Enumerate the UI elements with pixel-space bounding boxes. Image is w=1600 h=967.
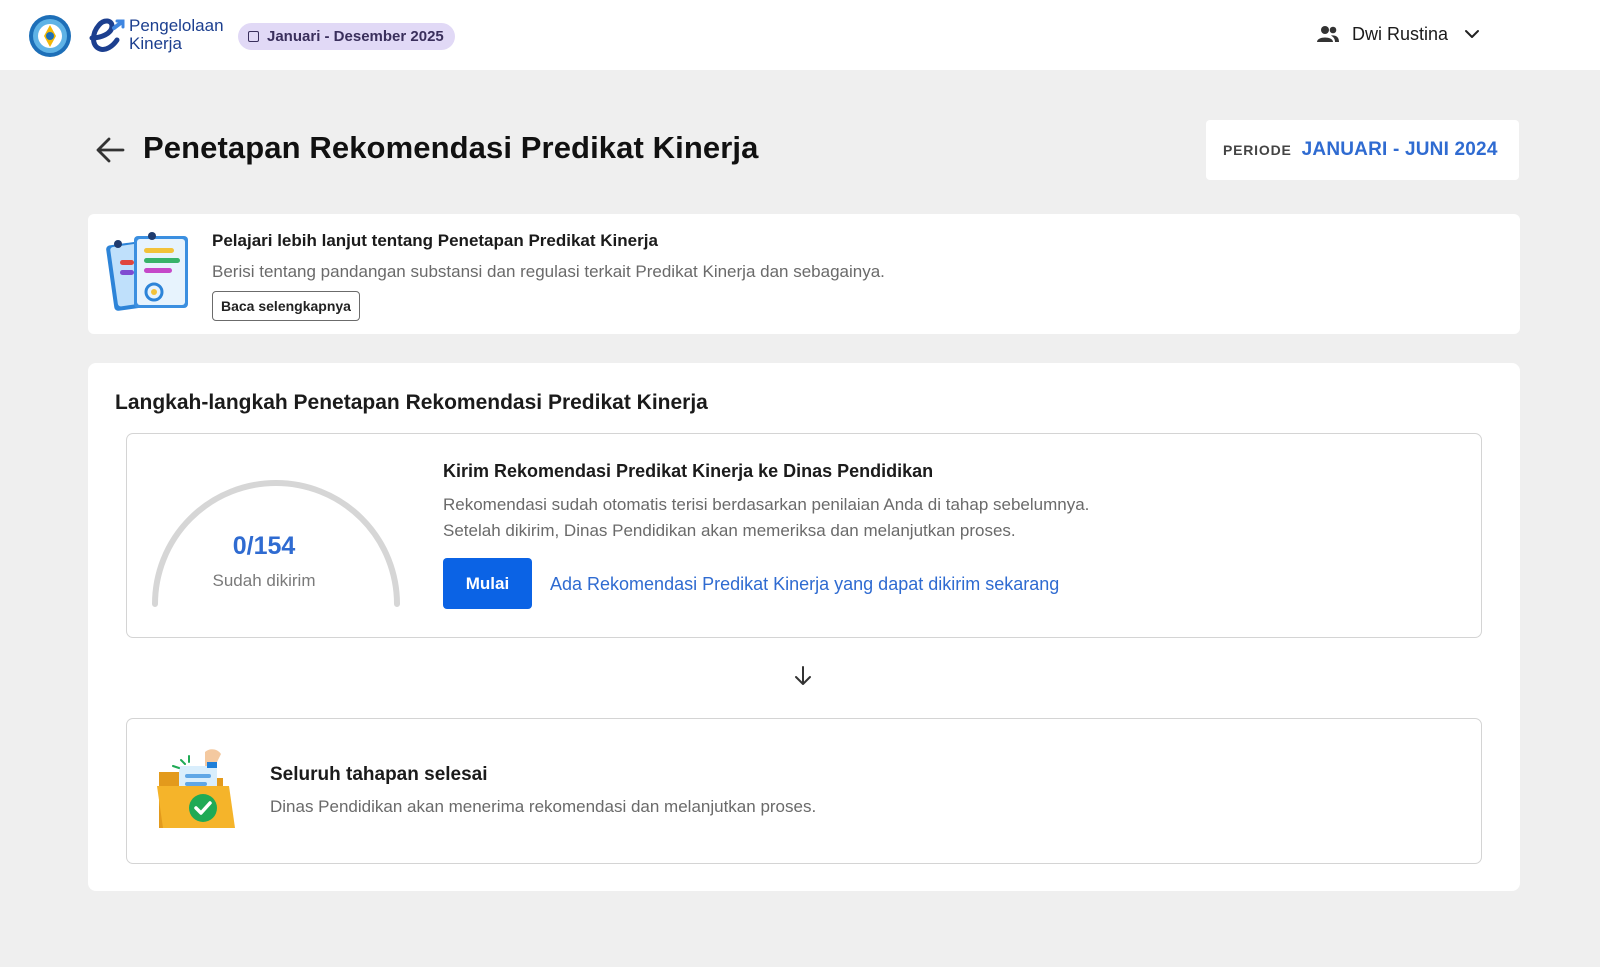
periode-value: JANUARI - JUNI 2024 [1301, 139, 1498, 160]
brand-line-1: Pengelolaan [129, 16, 224, 35]
step1-description: Rekomendasi sudah otomatis terisi berdas… [443, 492, 1089, 544]
read-more-button[interactable]: Baca selengkapnya [212, 291, 360, 321]
start-button[interactable]: Mulai [443, 558, 532, 609]
e-kinerja-logo-icon[interactable] [86, 16, 126, 54]
arrow-down-icon [795, 666, 811, 685]
app-brand-name: Pengelolaan Kinerja [129, 17, 224, 53]
step2-title: Seluruh tahapan selesai [270, 764, 488, 785]
info-title: Pelajari lebih lanjut tentang Penetapan … [212, 231, 658, 250]
step1-title: Kirim Rekomendasi Predikat Kinerja ke Di… [443, 461, 934, 481]
folder-check-illustration-icon [157, 749, 235, 828]
step-send-recommendation: 0/154 Sudah dikirim Kirim Rekomendasi Pr… [126, 433, 1482, 638]
users-icon [1317, 26, 1339, 42]
info-description: Berisi tentang pandangan substansi dan r… [212, 262, 885, 281]
periode-label: PERIODE [1223, 142, 1292, 158]
step2-description: Dinas Pendidikan akan menerima rekomenda… [270, 797, 817, 816]
period-selector-chip[interactable]: Januari - Desember 2025 [238, 23, 455, 50]
progress-label: Sudah dikirim [212, 571, 316, 590]
top-header: Pengelolaan Kinerja Januari - Desember 2… [0, 0, 1600, 70]
step-all-complete: Seluruh tahapan selesai Dinas Pendidikan… [126, 718, 1482, 864]
step1-desc-line-1: Rekomendasi sudah otomatis terisi berdas… [443, 495, 1090, 514]
user-menu[interactable]: Dwi Rustina [1316, 20, 1480, 48]
ministry-emblem-icon[interactable] [28, 14, 72, 58]
calendar-square-icon [248, 31, 259, 42]
documents-illustration-icon [106, 232, 188, 311]
period-chip-label: Januari - Desember 2025 [267, 28, 444, 45]
info-card: Pelajari lebih lanjut tentang Penetapan … [88, 214, 1520, 334]
periode-box: PERIODE JANUARI - JUNI 2024 [1206, 120, 1519, 180]
steps-card: Langkah-langkah Penetapan Rekomendasi Pr… [88, 363, 1520, 891]
steps-title: Langkah-langkah Penetapan Rekomendasi Pr… [115, 391, 708, 414]
chevron-down-icon [1465, 30, 1480, 38]
step1-desc-line-2: Setelah dikirim, Dinas Pendidikan akan m… [443, 521, 1016, 540]
send-recommendation-link[interactable]: Ada Rekomendasi Predikat Kinerja yang da… [550, 574, 1059, 595]
brand-line-2: Kinerja [129, 34, 182, 53]
progress-value: 0/154 [232, 532, 296, 560]
arrow-left-icon[interactable] [94, 134, 126, 166]
page-title: Penetapan Rekomendasi Predikat Kinerja [143, 130, 759, 165]
user-name: Dwi Rustina [1352, 23, 1449, 44]
